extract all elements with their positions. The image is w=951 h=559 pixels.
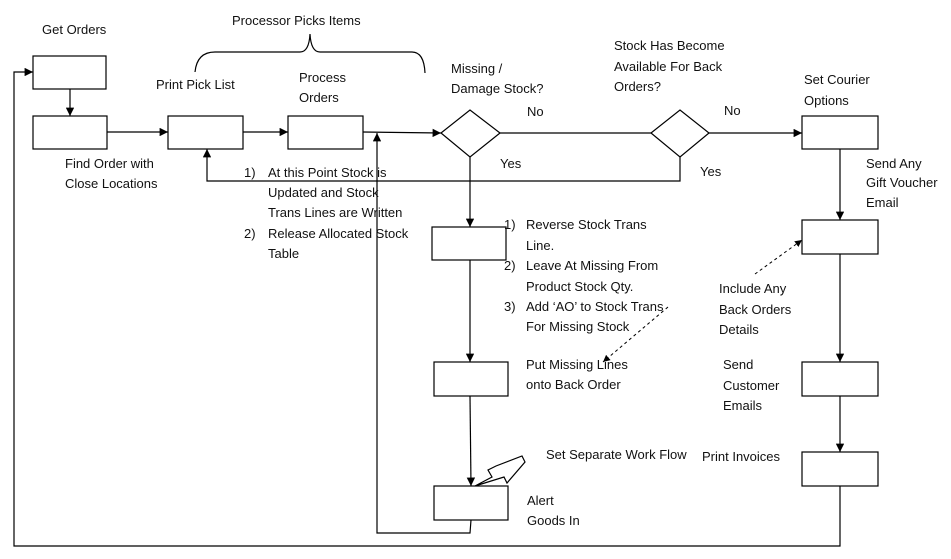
print-invoices-box[interactable]: [801, 451, 879, 487]
label-onto-back-order: onto Back Order: [526, 377, 621, 392]
label-send-any: Send Any: [866, 156, 922, 171]
note-line: Product Stock Qty.: [526, 279, 633, 294]
note-line: Release Allocated Stock: [268, 226, 409, 241]
missing-damage-decision[interactable]: [440, 109, 501, 158]
label-details: Details: [719, 322, 759, 337]
label-print-invoices: Print Invoices: [702, 449, 781, 464]
note-line: Add ‘AO’ to Stock Trans: [526, 299, 664, 314]
note-line: Reverse Stock Trans: [526, 217, 647, 232]
label-print-pick-list: Print Pick List: [156, 77, 235, 92]
reverse-stock-box[interactable]: [431, 226, 507, 261]
label-set-courier: Set Courier: [804, 72, 870, 87]
find-order-box[interactable]: [32, 115, 108, 150]
label-back-orders: Back Orders: [719, 302, 792, 317]
label-send: Send: [723, 357, 753, 372]
note-number: 2): [504, 258, 516, 273]
label-yes-2: Yes: [700, 164, 722, 179]
label-no-2: No: [724, 103, 741, 118]
label-put-missing: Put Missing Lines: [526, 357, 628, 372]
label-stock-has-become: Stock Has Become: [614, 38, 725, 53]
label-goods-in: Goods In: [527, 513, 580, 528]
label-include-any: Include Any: [719, 281, 787, 296]
connectors: [13, 33, 845, 547]
reverse-notes-list: 1) Reverse Stock Trans Line. 2) Leave At…: [504, 217, 664, 334]
label-available-back: Available For Back: [614, 59, 723, 74]
arrow-alert-loop-to-process: [372, 133, 472, 534]
note-line: At this Point Stock is: [268, 165, 387, 180]
get-orders-box[interactable]: [32, 55, 107, 90]
process-orders-box[interactable]: [287, 115, 364, 150]
brace: [194, 33, 426, 74]
arrow-missing-to-alert: [466, 395, 476, 487]
label-get-orders: Get Orders: [42, 22, 107, 37]
stock-notes-list: 1) At this Point Stock is Updated and St…: [244, 165, 409, 261]
label-damage-stock: Damage Stock?: [451, 81, 544, 96]
dashed-arrow-to-gift: [754, 239, 803, 275]
set-courier-box[interactable]: [801, 115, 879, 150]
label-emails: Emails: [723, 398, 763, 413]
label-alert: Alert: [527, 493, 554, 508]
note-line: Updated and Stock: [268, 185, 379, 200]
label-processor-picks: Processor Picks Items: [232, 13, 361, 28]
print-pick-list-box[interactable]: [167, 115, 244, 150]
label-orders: Orders: [299, 90, 339, 105]
label-find-order: Find Order with: [65, 156, 154, 171]
note-line: Line.: [526, 238, 554, 253]
stock-available-decision[interactable]: [650, 109, 710, 158]
label-close-locations: Close Locations: [65, 176, 158, 191]
label-customer: Customer: [723, 378, 780, 393]
note-number: 1): [244, 165, 256, 180]
label-orders-q: Orders?: [614, 79, 661, 94]
label-yes-1: Yes: [500, 156, 522, 171]
missing-lines-box[interactable]: [433, 361, 509, 397]
arrow-process-to-decision: [362, 128, 442, 138]
flowchart: Get Orders Processor Picks Items Print P…: [13, 13, 938, 547]
label-gift-voucher: Gift Voucher: [866, 175, 938, 190]
note-line: For Missing Stock: [526, 319, 630, 334]
arrow-invoices-loop-to-get: [13, 67, 841, 547]
hollow-arrow-icon: [474, 455, 526, 487]
dashed-arrow-to-missing-lines: [602, 306, 669, 363]
note-line: Trans Lines are Written: [268, 205, 402, 220]
label-no-1: No: [527, 104, 544, 119]
label-process: Process: [299, 70, 346, 85]
note-number: 3): [504, 299, 516, 314]
note-number: 1): [504, 217, 516, 232]
note-line: Leave At Missing From: [526, 258, 658, 273]
alert-goods-box[interactable]: [433, 485, 509, 521]
label-email: Email: [866, 195, 899, 210]
note-line: Table: [268, 246, 299, 261]
note-number: 2): [244, 226, 256, 241]
label-missing: Missing /: [451, 61, 503, 76]
gift-voucher-box[interactable]: [801, 219, 879, 255]
label-set-separate: Set Separate Work Flow: [546, 447, 687, 462]
label-options: Options: [804, 93, 849, 108]
customer-emails-box[interactable]: [801, 361, 879, 397]
